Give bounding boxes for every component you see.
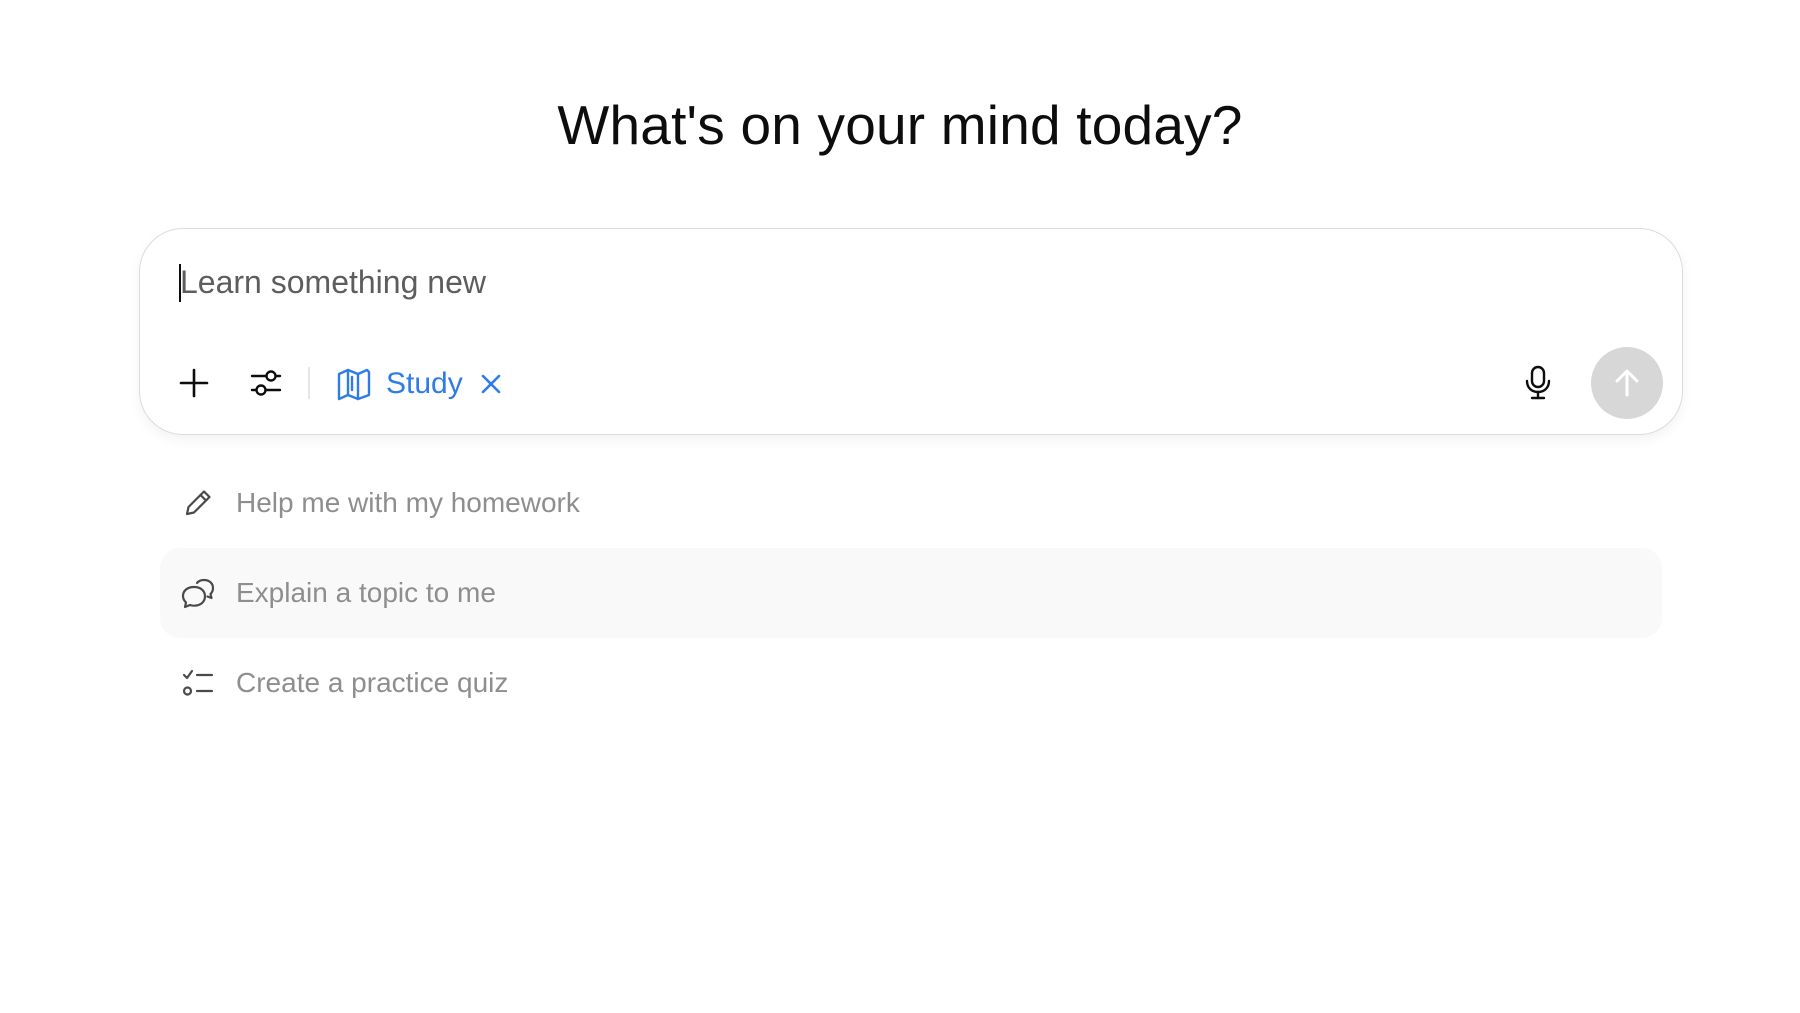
- arrow-up-icon: [1611, 367, 1643, 399]
- study-mode-chip[interactable]: Study: [336, 361, 505, 407]
- remove-study-mode-button[interactable]: [477, 370, 505, 398]
- add-attachment-button[interactable]: [170, 359, 218, 407]
- open-book-icon: [336, 366, 372, 402]
- sliders-icon: [249, 366, 283, 400]
- toolbar-divider: [308, 367, 310, 399]
- suggestion-practice-quiz[interactable]: Create a practice quiz: [160, 638, 1662, 728]
- send-button[interactable]: [1591, 347, 1663, 419]
- suggestion-label: Help me with my homework: [236, 487, 580, 518]
- tools-button[interactable]: [242, 359, 290, 407]
- prompt-input[interactable]: [178, 255, 1580, 309]
- composer: Study: [139, 228, 1683, 435]
- suggestion-label: Create a practice quiz: [236, 667, 509, 698]
- checklist-icon: [180, 665, 216, 701]
- plus-icon: [178, 367, 210, 399]
- text-caret: [179, 264, 181, 302]
- page-title: What's on your mind today?: [557, 94, 1243, 156]
- close-icon: [480, 373, 502, 395]
- pencil-icon: [180, 485, 216, 521]
- study-mode-label: Study: [386, 367, 463, 400]
- voice-input-button[interactable]: [1514, 359, 1562, 407]
- suggestion-label: Explain a topic to me: [236, 577, 496, 608]
- suggestion-list: Help me with my homework Explain a topic…: [160, 458, 1662, 728]
- suggestion-homework[interactable]: Help me with my homework: [160, 458, 1662, 548]
- suggestion-explain-topic[interactable]: Explain a topic to me: [160, 548, 1662, 638]
- chat-bubbles-icon: [180, 575, 216, 611]
- microphone-icon: [1522, 365, 1554, 401]
